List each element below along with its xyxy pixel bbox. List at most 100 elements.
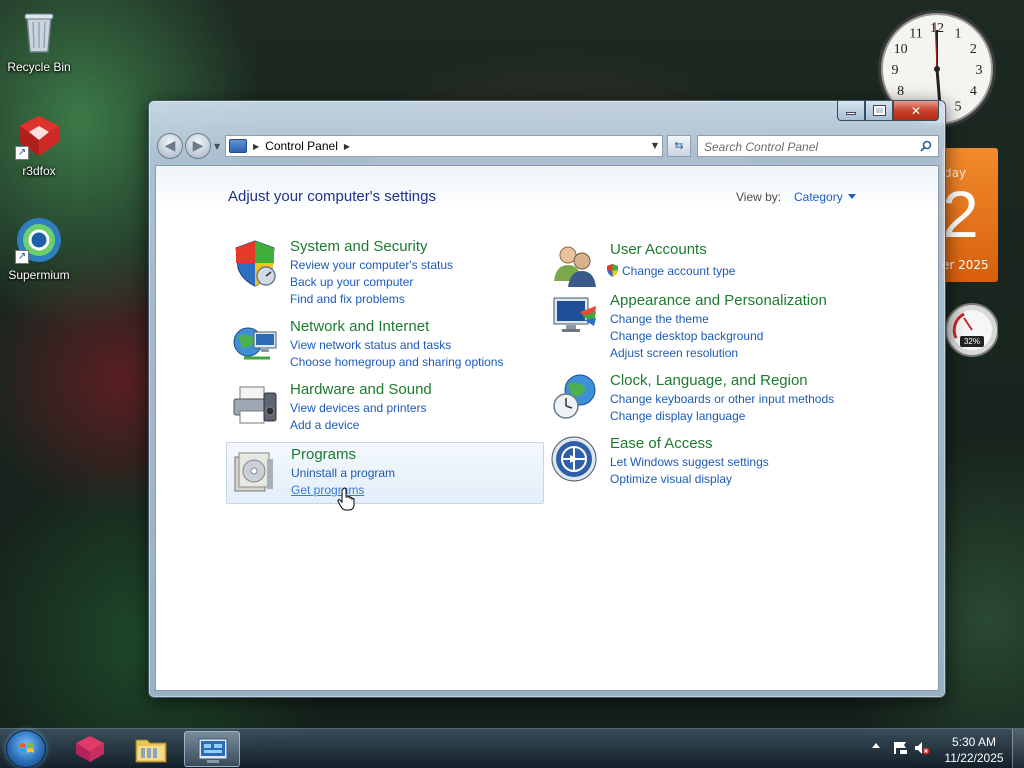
maximize-button[interactable] xyxy=(865,101,893,121)
shortcut-arrow-icon: ↗ xyxy=(15,146,29,160)
clock-numeral: 4 xyxy=(970,84,977,99)
action-center-flag-icon[interactable] xyxy=(892,741,908,755)
network-globe-icon[interactable] xyxy=(230,318,280,368)
ease-of-access-icon[interactable] xyxy=(550,435,600,485)
meter-dial xyxy=(945,303,999,357)
calendar-gadget[interactable]: day 2 er 2025 xyxy=(942,148,998,282)
monitor-palette-icon[interactable] xyxy=(550,292,600,342)
link-add-device[interactable]: Add a device xyxy=(290,418,359,432)
category-title[interactable]: Ease of Access xyxy=(610,435,713,452)
printer-icon[interactable] xyxy=(230,381,280,431)
globe-clock-icon[interactable] xyxy=(550,372,600,422)
link-find-fix-problems[interactable]: Find and fix problems xyxy=(290,292,405,306)
category-network-and-internet: Network and Internet View network status… xyxy=(228,318,546,369)
breadcrumb-control-panel[interactable]: Control Panel xyxy=(265,139,338,153)
link-homegroup-sharing[interactable]: Choose homegroup and sharing options xyxy=(290,355,503,369)
category-title[interactable]: Hardware and Sound xyxy=(290,381,432,398)
link-change-keyboards[interactable]: Change keyboards or other input methods xyxy=(610,392,834,406)
page-title: Adjust your computer's settings xyxy=(228,188,436,205)
show-desktop-button[interactable] xyxy=(1012,729,1024,768)
taskbar: 5:30 AM 11/22/2025 xyxy=(0,728,1024,768)
close-icon: ✕ xyxy=(910,103,922,118)
link-change-desktop-background[interactable]: Change desktop background xyxy=(610,329,763,343)
folder-icon xyxy=(135,739,167,763)
link-view-network-status[interactable]: View network status and tasks xyxy=(290,338,451,352)
category-hardware-and-sound: Hardware and Sound View devices and prin… xyxy=(228,381,546,432)
taskbar-file-explorer[interactable] xyxy=(123,731,179,767)
category-title[interactable]: Programs xyxy=(291,446,356,463)
category-title[interactable]: Appearance and Personalization xyxy=(610,292,827,309)
search-box[interactable] xyxy=(697,135,939,157)
show-hidden-icons-button[interactable] xyxy=(872,743,880,748)
clock-numeral: 2 xyxy=(970,42,977,57)
link-windows-suggest-settings[interactable]: Let Windows suggest settings xyxy=(610,455,769,469)
link-change-display-language[interactable]: Change display language xyxy=(610,409,745,423)
category-title[interactable]: Clock, Language, and Region xyxy=(610,372,808,389)
minimize-icon xyxy=(846,112,856,115)
cpu-meter-gadget[interactable]: 32% xyxy=(942,300,999,360)
window-caption-buttons: ✕ xyxy=(837,101,939,121)
supermium-icon: ↗ xyxy=(15,216,63,264)
category-title[interactable]: System and Security xyxy=(290,238,428,255)
calendar-day-number: 2 xyxy=(942,177,979,251)
desktop-icon-label: r3dfox xyxy=(22,164,56,178)
breadcrumb-separator-icon[interactable]: ▶ xyxy=(253,142,259,151)
clock-numeral: 3 xyxy=(976,63,983,78)
taskbar-control-panel[interactable] xyxy=(184,731,240,767)
link-uninstall-program[interactable]: Uninstall a program xyxy=(291,466,395,480)
start-button[interactable] xyxy=(6,730,46,768)
hand-cursor-icon xyxy=(337,487,355,511)
windows-logo-icon xyxy=(20,743,34,753)
view-by-dropdown[interactable]: Category xyxy=(794,190,843,204)
link-adjust-screen-resolution[interactable]: Adjust screen resolution xyxy=(610,346,738,360)
link-change-account-type-label: Change account type xyxy=(622,264,736,278)
shield-icon[interactable] xyxy=(230,238,280,288)
minimize-button[interactable] xyxy=(837,101,865,121)
link-review-computer-status[interactable]: Review your computer's status xyxy=(290,258,453,272)
link-back-up-computer[interactable]: Back up your computer xyxy=(290,275,413,289)
refresh-button[interactable]: ⇆ xyxy=(667,135,691,157)
close-button[interactable]: ✕ xyxy=(893,101,939,121)
link-change-theme[interactable]: Change the theme xyxy=(610,312,709,326)
control-panel-window[interactable]: ✕ ◀ ▶ ▼ ▶ Control Panel ▶ ▼ ⇆ Adjust you… xyxy=(148,100,946,698)
clock-numeral: 9 xyxy=(892,63,899,78)
clock-display[interactable]: 5:30 AM 11/22/2025 xyxy=(939,734,1009,766)
category-appearance-and-personalization: Appearance and Personalization Change th… xyxy=(548,292,866,362)
link-optimize-visual-display[interactable]: Optimize visual display xyxy=(610,472,732,486)
taskbar-r3dfox[interactable] xyxy=(62,731,118,767)
address-bar[interactable]: ▶ Control Panel ▶ ▼ xyxy=(225,135,663,157)
search-input[interactable] xyxy=(704,137,916,157)
link-view-devices-printers[interactable]: View devices and printers xyxy=(290,401,427,415)
category-user-accounts: User Accounts Change account type xyxy=(548,241,866,287)
clock-numeral: 5 xyxy=(955,99,962,114)
control-panel-icon xyxy=(198,738,228,763)
programs-icon[interactable] xyxy=(229,447,279,497)
recent-pages-dropdown[interactable]: ▼ xyxy=(214,142,220,151)
search-icon[interactable] xyxy=(920,140,932,152)
r3dfox-icon: ↗ xyxy=(15,112,63,160)
back-button[interactable]: ◀ xyxy=(157,133,183,159)
forward-button[interactable]: ▶ xyxy=(185,133,211,159)
clock-numeral: 1 xyxy=(955,27,962,42)
clock-numeral: 11 xyxy=(909,27,922,42)
control-panel-icon xyxy=(229,139,247,153)
category-programs[interactable]: Programs Uninstall a program Get program… xyxy=(226,442,544,504)
desktop-icon-supermium[interactable]: ↗ Supermium xyxy=(1,216,77,282)
users-icon[interactable] xyxy=(550,241,600,291)
category-ease-of-access: Ease of Access Let Windows suggest setti… xyxy=(548,435,866,486)
clock-numeral: 8 xyxy=(897,84,904,99)
desktop-icon-r3dfox[interactable]: ↗ r3dfox xyxy=(1,112,77,178)
desktop-icon-recycle-bin[interactable]: Recycle Bin xyxy=(1,8,77,74)
breadcrumb-separator-icon[interactable]: ▶ xyxy=(344,142,350,151)
chevron-down-icon[interactable] xyxy=(848,194,856,199)
clock-numeral: 10 xyxy=(894,42,908,57)
volume-muted-icon[interactable] xyxy=(914,741,930,755)
category-system-and-security: System and Security Review your computer… xyxy=(228,238,546,308)
category-title[interactable]: User Accounts xyxy=(610,241,707,258)
r3dfox-icon xyxy=(76,736,104,762)
desktop-icon-label: Recycle Bin xyxy=(7,60,71,74)
arrow-right-icon: ▶ xyxy=(192,138,204,154)
address-dropdown-icon[interactable]: ▼ xyxy=(652,141,658,150)
link-change-account-type[interactable]: Change account type xyxy=(606,264,735,278)
category-title[interactable]: Network and Internet xyxy=(290,318,429,335)
